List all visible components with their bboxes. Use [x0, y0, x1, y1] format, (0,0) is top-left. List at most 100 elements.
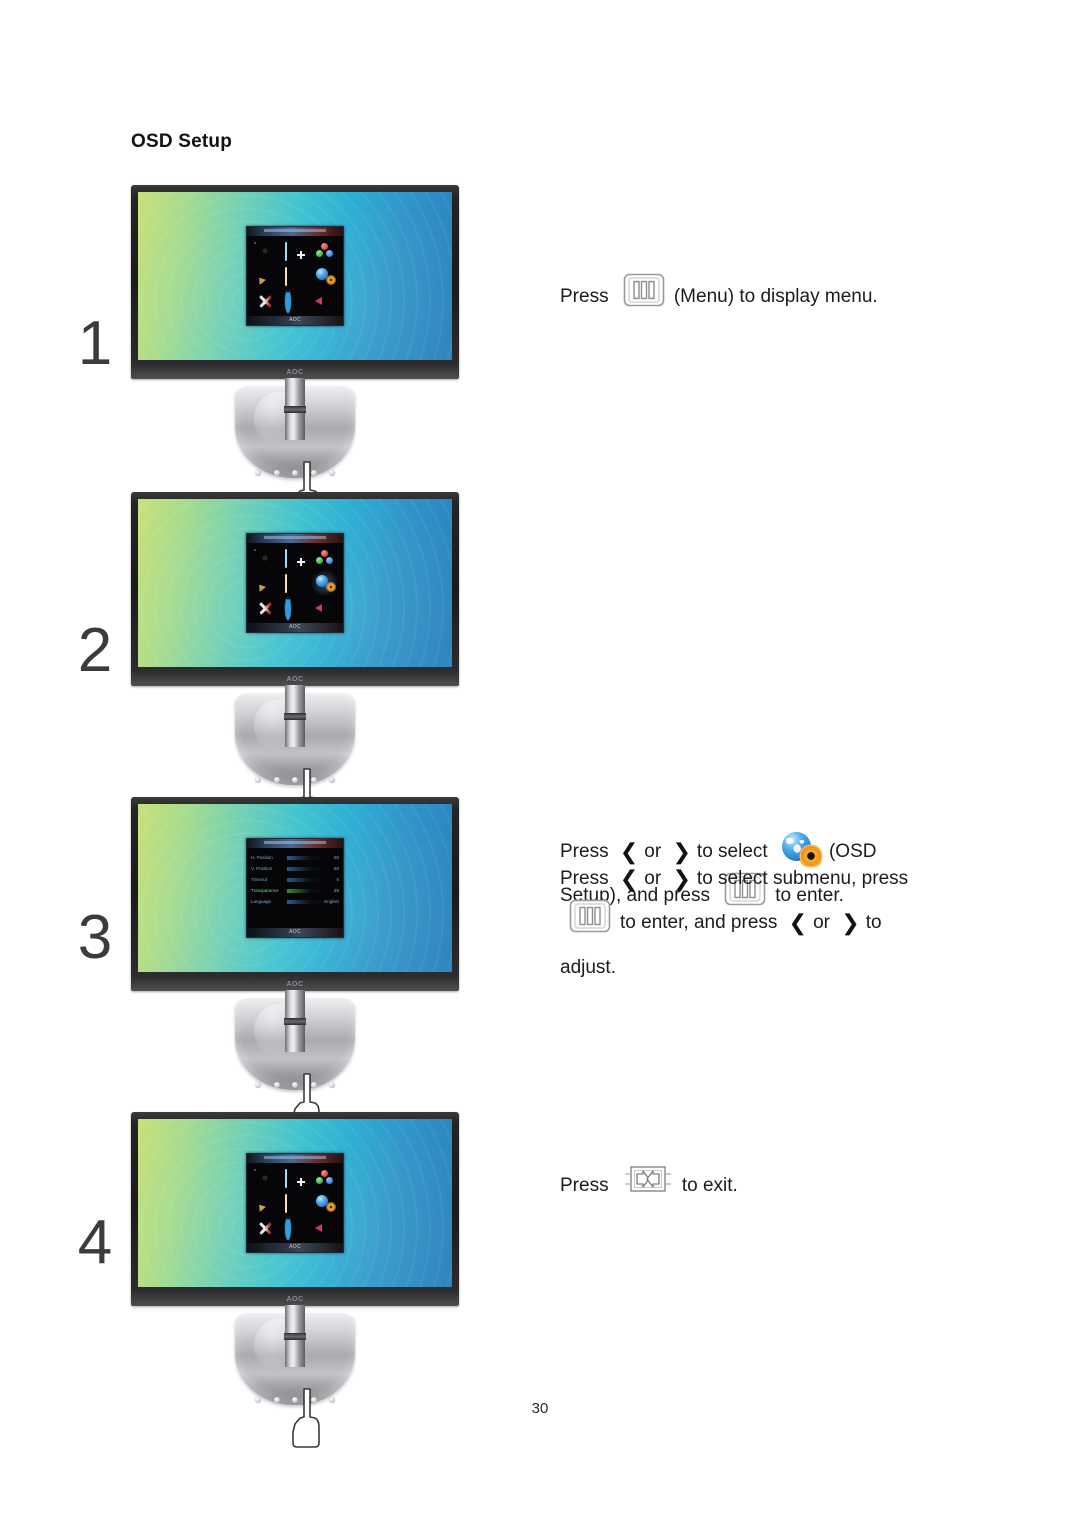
- picture-boost-icon[interactable]: [284, 574, 305, 593]
- right-arrow-icon[interactable]: ❯: [841, 913, 859, 935]
- control-button[interactable]: [329, 470, 335, 476]
- boost-icon[interactable]: [255, 575, 275, 591]
- osd-menu-item[interactable]: [251, 546, 280, 570]
- exit-icon[interactable]: [315, 600, 335, 616]
- step-instructions: Press (Menu) to display menu.: [560, 273, 1040, 322]
- extra-icon[interactable]: [255, 1220, 275, 1236]
- color-setup-icon[interactable]: [315, 1170, 335, 1186]
- osd-menu-item[interactable]: [251, 571, 280, 595]
- osd-menu-item[interactable]: [310, 289, 339, 313]
- control-button[interactable]: [255, 1082, 261, 1088]
- boost-icon[interactable]: [255, 1195, 275, 1211]
- color-ball: [325, 250, 333, 257]
- step-instructions: Press to exit.: [560, 1162, 1040, 1211]
- picture-boost-icon[interactable]: [284, 267, 305, 286]
- reset-icon-glyph: [284, 597, 291, 620]
- extra-icon[interactable]: [255, 600, 275, 616]
- monitor-screen: H. Position 50 V. Position 50 Timeout 5 Transp…: [138, 804, 452, 972]
- osd-menu-item[interactable]: [310, 1216, 339, 1240]
- image-setup-icon-glyph: [284, 242, 287, 261]
- exit-icon[interactable]: [315, 1220, 335, 1236]
- osd-menu-item[interactable]: [251, 1191, 280, 1215]
- submenu-row[interactable]: H. Position 50: [251, 852, 339, 863]
- picture-boost-icon[interactable]: [284, 1194, 305, 1213]
- boost-icon[interactable]: [255, 268, 275, 284]
- reset-icon[interactable]: [284, 597, 305, 620]
- osd-menu-item[interactable]: [281, 1166, 310, 1190]
- osd-menu-item[interactable]: [310, 239, 339, 263]
- monitor-bezel: AOC: [131, 492, 459, 686]
- control-button[interactable]: [273, 777, 280, 783]
- osd-menu-item[interactable]: [310, 264, 339, 288]
- control-button[interactable]: [255, 470, 261, 476]
- reset-icon[interactable]: [284, 1217, 305, 1240]
- luminance-icon[interactable]: [255, 550, 275, 566]
- color-ball: [320, 243, 328, 250]
- submenu-row[interactable]: V. Position 50: [251, 863, 339, 874]
- osd-menu-item[interactable]: [251, 239, 280, 263]
- control-button[interactable]: [273, 470, 280, 476]
- luminance-icon[interactable]: [255, 243, 275, 259]
- osd-footer-brand: [247, 1243, 343, 1252]
- control-button[interactable]: [329, 1082, 335, 1088]
- color-setup-icon[interactable]: [315, 550, 335, 566]
- left-arrow-icon[interactable]: ❮: [789, 913, 807, 935]
- osd-icon-grid: [247, 543, 343, 623]
- osd-menu-item[interactable]: [310, 596, 339, 620]
- exit-button-icon[interactable]: [623, 1162, 673, 1211]
- menu-button-icon[interactable]: [569, 899, 611, 948]
- submenu-row[interactable]: Transparence 25: [251, 885, 339, 896]
- osd-title-bar: [247, 1154, 343, 1163]
- image-setup-icon[interactable]: [284, 1169, 305, 1188]
- osd-menu-item[interactable]: [310, 546, 339, 570]
- osd-menu-item[interactable]: [281, 239, 310, 263]
- osd-menu-item[interactable]: [251, 1216, 280, 1240]
- reset-icon-glyph: [284, 290, 291, 313]
- luminance-icon[interactable]: [255, 1170, 275, 1186]
- osd-setup-icon[interactable]: [315, 268, 335, 284]
- osd-menu-item[interactable]: [251, 289, 280, 313]
- reset-icon[interactable]: [284, 290, 305, 313]
- osd-menu-item[interactable]: [251, 596, 280, 620]
- osd-menu-item[interactable]: [251, 1166, 280, 1190]
- submenu-row[interactable]: Language English: [251, 896, 339, 907]
- osd-menu-item[interactable]: [281, 1216, 310, 1240]
- osd-menu-item[interactable]: [281, 571, 310, 595]
- osd-setup-icon[interactable]: [315, 1195, 335, 1211]
- control-button[interactable]: [329, 777, 335, 783]
- monitor-stand: [232, 685, 358, 828]
- osd-setup-icon[interactable]: [315, 575, 335, 591]
- color-setup-icon[interactable]: [315, 243, 335, 259]
- hand-pointer-icon: [289, 1387, 323, 1454]
- instruction-text: or: [813, 912, 831, 933]
- osd-title-bar: [247, 227, 343, 236]
- control-button[interactable]: [255, 777, 261, 783]
- step-instructions: Press ❮ or ❯ to select submenu, press to e…: [560, 859, 1040, 988]
- osd-menu-item[interactable]: [281, 1191, 310, 1215]
- osd-menu-item[interactable]: [310, 1166, 339, 1190]
- control-button[interactable]: [273, 1082, 280, 1088]
- osd-menu-item[interactable]: [281, 264, 310, 288]
- step-number: 3: [77, 903, 113, 972]
- submenu-row[interactable]: Timeout 5: [251, 874, 339, 885]
- osd-menu-item[interactable]: [281, 289, 310, 313]
- color-ball: [325, 557, 333, 564]
- menu-button-icon[interactable]: [623, 273, 665, 322]
- osd-menu-item[interactable]: [281, 546, 310, 570]
- image-setup-icon[interactable]: [284, 549, 305, 568]
- submenu-row-bar: [287, 866, 321, 871]
- image-setup-icon[interactable]: [284, 242, 305, 261]
- exit-icon[interactable]: [315, 293, 335, 309]
- right-arrow-icon[interactable]: ❯: [672, 869, 690, 891]
- osd-window: [246, 226, 344, 326]
- submenu-row-label: Transparence: [251, 888, 279, 893]
- submenu-row-value: 5: [336, 877, 339, 882]
- osd-menu-item[interactable]: [281, 596, 310, 620]
- left-arrow-icon[interactable]: ❮: [620, 869, 638, 891]
- osd-menu-item[interactable]: [251, 264, 280, 288]
- osd-menu-item[interactable]: [310, 571, 339, 595]
- osd-menu-item[interactable]: [310, 1191, 339, 1215]
- extra-icon[interactable]: [255, 293, 275, 309]
- submenu-row-label: V. Position: [251, 866, 273, 871]
- osd-icon-grid: [247, 236, 343, 316]
